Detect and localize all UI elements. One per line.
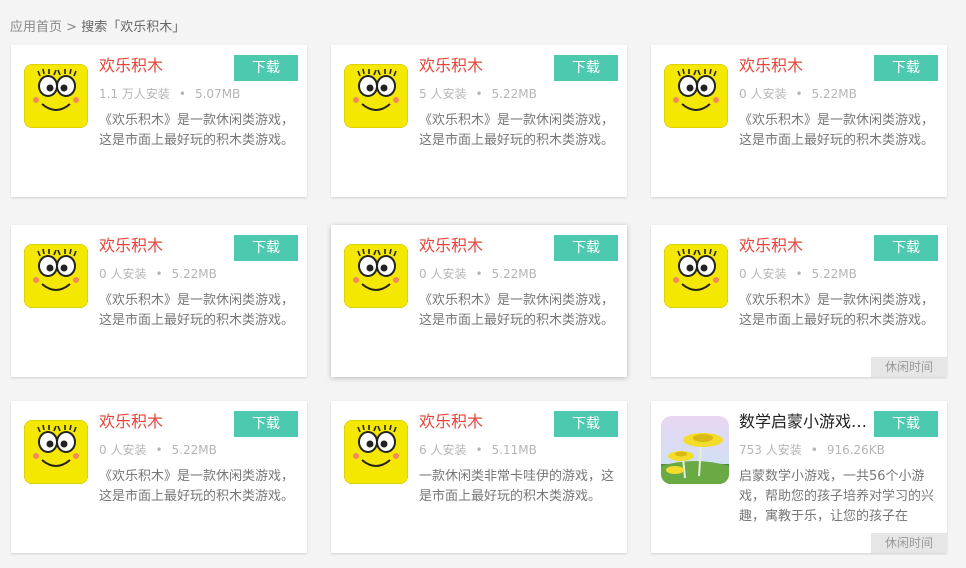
app-meta: 0 人安装 • 5.22MB [739,265,857,282]
app-card[interactable]: 欢乐积木 下载 1.1 万人安装 • 5.07MB 《欢乐积木》是一款休闲类游戏，这… [11,45,307,197]
meta-separator: • [155,267,163,281]
meta-separator: • [155,443,163,457]
app-title[interactable]: 欢乐积木 [99,412,229,432]
meta-separator: • [795,267,803,281]
app-card[interactable]: 欢乐积木 下载 0 人安装 • 5.22MB 《欢乐积木》是一款休闲类游戏，这是市面… [11,225,307,377]
meta-separator: • [475,267,483,281]
app-size: 5.11MB [491,443,537,457]
app-size: 5.22MB [811,267,857,281]
app-description: 《欢乐积木》是一款休闲类游戏，这是市面上最好玩的积木类游戏。 [99,469,295,504]
app-size: 5.07MB [194,87,241,101]
app-description: 一款休闲类非常卡哇伊的游戏，这是市面上最好玩的积木类游戏。 [419,469,615,504]
app-card[interactable]: 数学启蒙小游戏… 下载 753 人安装 • 916.26KB 启蒙数学小游戏，一共5… [651,401,947,553]
download-button[interactable]: 下载 [234,235,298,261]
install-count: 753 人安装 [739,443,802,457]
install-count: 0 人安装 [739,267,787,281]
app-size: 5.22MB [491,267,537,281]
meta-separator: • [178,87,186,101]
app-title[interactable]: 欢乐积木 [99,236,229,256]
smiley-face-icon[interactable] [344,420,408,484]
smiley-face-icon[interactable] [24,420,88,484]
breadcrumb: 应用首页 > 搜索「欢乐积木」 [10,16,185,35]
app-description: 《欢乐积木》是一款休闲类游戏，这是市面上最好玩的积木类游戏。 [99,113,295,148]
app-size: 5.22MB [811,87,857,101]
app-card[interactable]: 欢乐积木 下载 0 人安装 • 5.22MB 《欢乐积木》是一款休闲类游戏，这是市面… [331,225,627,377]
meta-separator: • [795,87,803,101]
download-button[interactable]: 下载 [554,55,618,81]
smiley-face-icon[interactable] [664,64,728,128]
meta-separator: • [810,443,818,457]
download-button[interactable]: 下载 [234,411,298,437]
app-title[interactable]: 欢乐积木 [419,56,549,76]
app-meta: 0 人安装 • 5.22MB [419,265,537,282]
install-count: 0 人安装 [99,267,147,281]
app-description: 《欢乐积木》是一款休闲类游戏，这是市面上最好玩的积木类游戏。 [99,293,295,328]
app-meta: 0 人安装 • 5.22MB [99,441,217,458]
breadcrumb-separator: > [66,20,78,35]
download-button[interactable]: 下载 [874,411,938,437]
install-count: 0 人安装 [419,267,467,281]
install-count: 5 人安装 [419,87,467,101]
app-description: 启蒙数学小游戏，一共56个小游戏，帮助您的孩子培养对学习的兴趣，寓教于乐，让您的… [739,469,935,524]
smiley-face-icon[interactable] [344,64,408,128]
meta-separator: • [475,443,483,457]
app-size: 5.22MB [171,267,217,281]
app-description: 《欢乐积木》是一款休闲类游戏，这是市面上最好玩的积木类游戏。 [739,293,935,328]
app-title[interactable]: 欢乐积木 [739,56,869,76]
app-size: 5.22MB [491,87,537,101]
app-meta: 0 人安装 • 5.22MB [99,265,217,282]
smiley-face-icon[interactable] [24,64,88,128]
app-size: 5.22MB [171,443,217,457]
dandelion-flower-icon[interactable] [661,416,729,484]
download-button[interactable]: 下载 [234,55,298,81]
app-title[interactable]: 欢乐积木 [419,236,549,256]
download-button[interactable]: 下载 [874,235,938,261]
download-button[interactable]: 下载 [554,411,618,437]
app-card[interactable]: 欢乐积木 下载 0 人安装 • 5.22MB 《欢乐积木》是一款休闲类游戏，这是市面… [651,225,947,377]
breadcrumb-home-link[interactable]: 应用首页 [10,20,62,35]
app-meta: 0 人安装 • 5.22MB [739,85,857,102]
smiley-face-icon[interactable] [344,244,408,308]
app-description: 《欢乐积木》是一款休闲类游戏，这是市面上最好玩的积木类游戏。 [739,113,935,148]
category-tag[interactable]: 休闲时间 [871,357,947,377]
app-title[interactable]: 数学启蒙小游戏… [739,412,869,432]
meta-separator: • [475,87,483,101]
install-count: 0 人安装 [739,87,787,101]
app-size: 916.26KB [826,443,885,457]
app-card[interactable]: 欢乐积木 下载 0 人安装 • 5.22MB 《欢乐积木》是一款休闲类游戏，这是市面… [651,45,947,197]
breadcrumb-current: 搜索「欢乐积木」 [81,20,186,35]
app-card[interactable]: 欢乐积木 下载 6 人安装 • 5.11MB 一款休闲类非常卡哇伊的游戏，这是市面上… [331,401,627,553]
app-card[interactable]: 欢乐积木 下载 5 人安装 • 5.22MB 《欢乐积木》是一款休闲类游戏，这是市面… [331,45,627,197]
smiley-face-icon[interactable] [24,244,88,308]
app-card[interactable]: 欢乐积木 下载 0 人安装 • 5.22MB 《欢乐积木》是一款休闲类游戏，这是市面… [11,401,307,553]
download-button[interactable]: 下载 [874,55,938,81]
app-title[interactable]: 欢乐积木 [419,412,549,432]
category-tag[interactable]: 休闲时间 [871,533,947,553]
app-description: 《欢乐积木》是一款休闲类游戏，这是市面上最好玩的积木类游戏。 [419,293,615,328]
app-meta: 6 人安装 • 5.11MB [419,441,537,458]
install-count: 0 人安装 [99,443,147,457]
app-title[interactable]: 欢乐积木 [739,236,869,256]
app-meta: 753 人安装 • 916.26KB [739,441,885,458]
install-count: 1.1 万人安装 [99,87,170,101]
app-title[interactable]: 欢乐积木 [99,56,229,76]
install-count: 6 人安装 [419,443,467,457]
download-button[interactable]: 下载 [554,235,618,261]
app-meta: 5 人安装 • 5.22MB [419,85,537,102]
app-description: 《欢乐积木》是一款休闲类游戏，这是市面上最好玩的积木类游戏。 [419,113,615,148]
app-meta: 1.1 万人安装 • 5.07MB [99,85,240,102]
smiley-face-icon[interactable] [664,244,728,308]
